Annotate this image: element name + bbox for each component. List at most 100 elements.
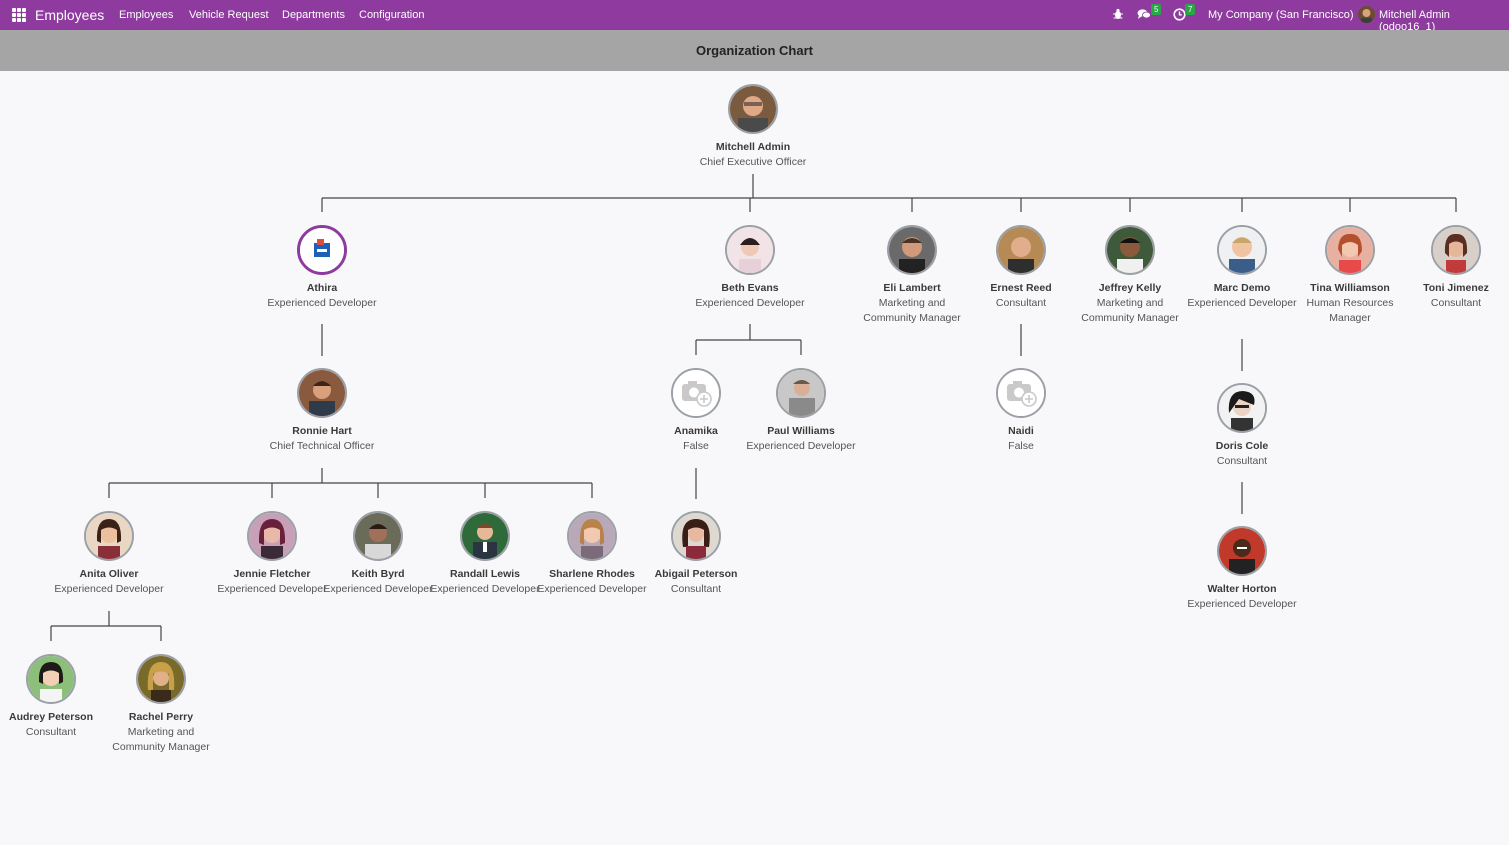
employee-job: Chief Executive Officer (699, 156, 807, 168)
employee-card-audrey: Audrey Peterson Consultant (0, 654, 106, 740)
employee-job: Experienced Developer (1187, 297, 1297, 309)
employee-avatar[interactable] (1325, 225, 1375, 275)
bug-icon[interactable] (1112, 8, 1124, 23)
employee-job: Marketing and Community Manager (112, 726, 210, 753)
app-name[interactable]: Employees (35, 7, 104, 23)
employee-avatar[interactable] (247, 511, 297, 561)
employee-avatar[interactable] (84, 511, 134, 561)
employee-job: Experienced Developer (746, 440, 856, 452)
employee-name[interactable]: Doris Cole (1187, 439, 1297, 454)
employee-name[interactable]: Toni Jimenez (1401, 281, 1509, 296)
employee-card-sharlene: Sharlene Rhodes Experienced Developer (537, 511, 647, 597)
employee-name[interactable]: Paul Williams (746, 424, 856, 439)
employee-name[interactable]: Jennie Fletcher (217, 567, 327, 582)
employee-avatar[interactable] (887, 225, 937, 275)
employee-name[interactable]: Audrey Peterson (0, 710, 106, 725)
employee-avatar[interactable] (136, 654, 186, 704)
camera-placeholder-icon (998, 370, 1044, 416)
employee-avatar[interactable] (567, 511, 617, 561)
employee-job: Consultant (1430, 297, 1482, 309)
employee-card-walter: Walter Horton Experienced Developer (1187, 526, 1297, 612)
employee-name[interactable]: Athira (267, 281, 377, 296)
employee-card-paul: Paul Williams Experienced Developer (746, 368, 856, 454)
employee-name[interactable]: Sharlene Rhodes (537, 567, 647, 582)
employee-avatar-placeholder[interactable] (671, 368, 721, 418)
employee-job: Marketing and Community Manager (1081, 297, 1179, 324)
employee-avatar[interactable] (460, 511, 510, 561)
menu-employees[interactable]: Employees (119, 9, 173, 21)
messages-count-badge: 5 (1151, 4, 1162, 15)
company-switcher[interactable]: My Company (San Francisco) (1208, 9, 1354, 21)
employee-name[interactable]: Eli Lambert (857, 281, 967, 296)
employee-name[interactable]: Walter Horton (1187, 582, 1297, 597)
employee-card-marc: Marc Demo Experienced Developer (1187, 225, 1297, 311)
employee-card-jennie: Jennie Fletcher Experienced Developer (217, 511, 327, 597)
employee-card-eli: Eli Lambert Marketing and Community Mana… (857, 225, 967, 326)
employee-name[interactable]: Naidi (966, 424, 1076, 439)
employee-avatar[interactable] (1217, 383, 1267, 433)
employee-avatar-placeholder[interactable] (996, 368, 1046, 418)
employee-card-ernest: Ernest Reed Consultant (966, 225, 1076, 311)
employee-job: Consultant (995, 297, 1047, 309)
employee-avatar[interactable] (725, 225, 775, 275)
employee-job: Consultant (670, 583, 722, 595)
employee-card-tina: Tina Williamson Human Resources Manager (1295, 225, 1405, 326)
employee-avatar[interactable] (996, 225, 1046, 275)
employee-card-jeffrey: Jeffrey Kelly Marketing and Community Ma… (1075, 225, 1185, 326)
employee-card-anamika: Anamika False (641, 368, 751, 454)
employee-card-naidi: Naidi False (966, 368, 1076, 454)
menu-vehicle-request[interactable]: Vehicle Request (189, 9, 269, 21)
employee-card-abigail: Abigail Peterson Consultant (641, 511, 751, 597)
employee-avatar[interactable] (671, 511, 721, 561)
employee-name[interactable]: Ronnie Hart (267, 424, 377, 439)
employee-card-beth: Beth Evans Experienced Developer (695, 225, 805, 311)
employee-avatar[interactable] (353, 511, 403, 561)
employee-card-randall: Randall Lewis Experienced Developer (430, 511, 540, 597)
employee-card-ronnie: Ronnie Hart Chief Technical Officer (267, 368, 377, 454)
employee-avatar[interactable] (1105, 225, 1155, 275)
employee-card-rachel: Rachel Perry Marketing and Community Man… (106, 654, 216, 755)
employee-avatar[interactable] (776, 368, 826, 418)
activities-count-badge: 7 (1185, 4, 1196, 15)
employee-name[interactable]: Mitchell Admin (698, 140, 808, 155)
employee-job: Marketing and Community Manager (863, 297, 961, 324)
employee-name[interactable]: Marc Demo (1187, 281, 1297, 296)
messages-icon[interactable] (1137, 8, 1151, 23)
employee-job: Experienced Developer (430, 583, 540, 595)
top-navbar: Employees Employees Vehicle Request Depa… (0, 0, 1509, 33)
menu-configuration[interactable]: Configuration (359, 9, 424, 21)
employee-avatar[interactable] (26, 654, 76, 704)
employee-name[interactable]: Keith Byrd (323, 567, 433, 582)
apps-menu-icon[interactable] (12, 8, 26, 22)
employee-name[interactable]: Rachel Perry (106, 710, 216, 725)
employee-card-mitchell: Mitchell Admin Chief Executive Officer (698, 84, 808, 170)
employee-avatar[interactable] (1217, 225, 1267, 275)
employee-job: Experienced Developer (54, 583, 164, 595)
employee-avatar[interactable] (1431, 225, 1481, 275)
employee-card-toni: Toni Jimenez Consultant (1401, 225, 1509, 311)
employee-avatar[interactable] (1217, 526, 1267, 576)
menu-departments[interactable]: Departments (282, 9, 345, 21)
employee-name[interactable]: Ernest Reed (966, 281, 1076, 296)
employee-name[interactable]: Abigail Peterson (641, 567, 751, 582)
camera-placeholder-icon (673, 370, 719, 416)
employee-name[interactable]: Anamika (641, 424, 751, 439)
employee-job: Experienced Developer (537, 583, 647, 595)
employee-avatar[interactable] (728, 84, 778, 134)
user-avatar[interactable] (1358, 6, 1375, 23)
employee-name[interactable]: Beth Evans (695, 281, 805, 296)
employee-job: Experienced Developer (1187, 598, 1297, 610)
employee-name[interactable]: Jeffrey Kelly (1075, 281, 1185, 296)
employee-job: Experienced Developer (267, 297, 377, 309)
employee-name[interactable]: Anita Oliver (54, 567, 164, 582)
employee-card-doris: Doris Cole Consultant (1187, 383, 1297, 469)
employee-job: Experienced Developer (695, 297, 805, 309)
page-title: Organization Chart (695, 43, 813, 58)
employee-name[interactable]: Randall Lewis (430, 567, 540, 582)
employee-avatar[interactable] (297, 368, 347, 418)
employee-job: Human Resources Manager (1306, 297, 1394, 324)
employee-job: Chief Technical Officer (269, 440, 375, 452)
employee-avatar[interactable] (297, 225, 347, 275)
employee-name[interactable]: Tina Williamson (1295, 281, 1405, 296)
employee-card-athira: Athira Experienced Developer (267, 225, 377, 311)
